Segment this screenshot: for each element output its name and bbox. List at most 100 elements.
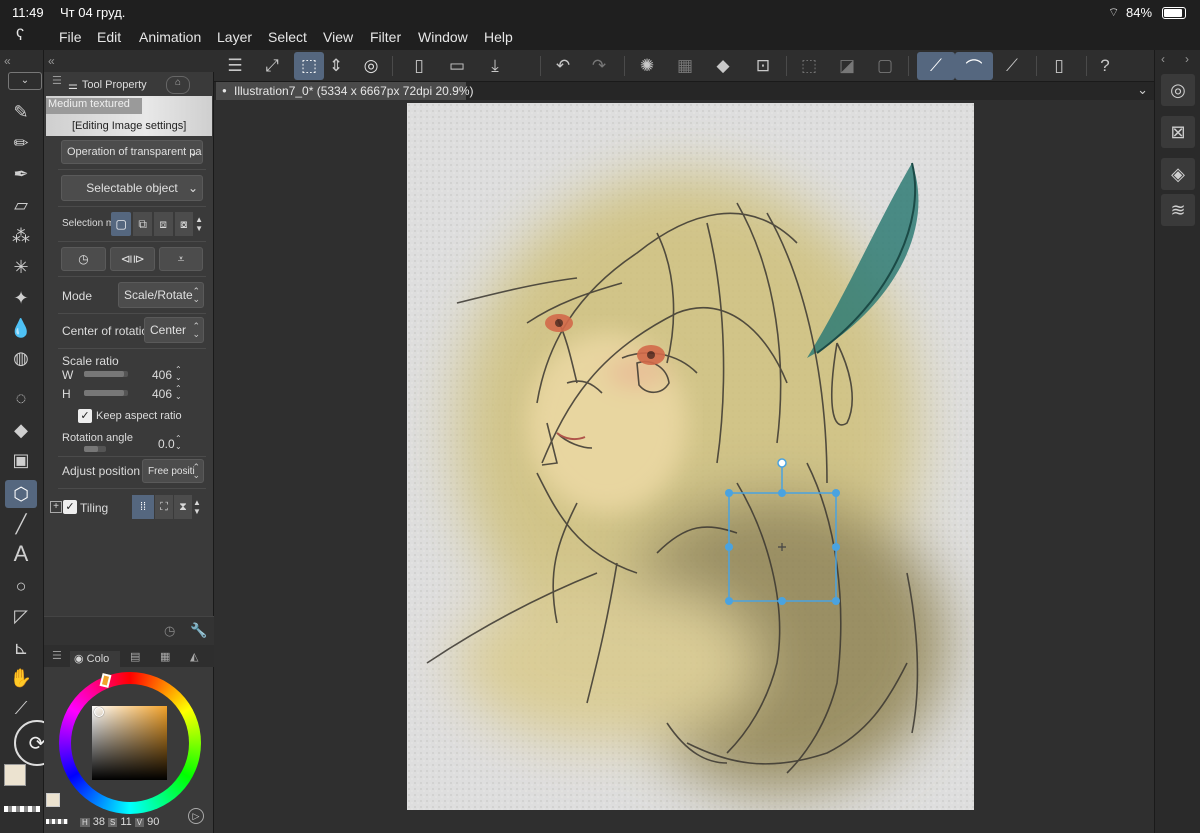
spiral-icon[interactable]: ◎: [356, 52, 386, 80]
center-rotation-dropdown[interactable]: Center ⌃ ⌄: [144, 317, 204, 343]
redo-icon[interactable]: ↷: [584, 52, 614, 80]
undo-icon[interactable]: ↶: [548, 52, 578, 80]
reset-icon[interactable]: ◷: [61, 247, 106, 271]
eyedropper-icon[interactable]: ⟋: [5, 694, 37, 722]
tiling-checkbox[interactable]: ✓: [63, 500, 77, 514]
balloon-icon[interactable]: ○: [5, 572, 37, 600]
new-selection-icon[interactable]: ▢: [111, 212, 132, 236]
menu-view[interactable]: View: [323, 29, 353, 45]
menu-icon[interactable]: ☰: [220, 52, 250, 80]
text-icon[interactable]: A: [5, 540, 37, 568]
add-selection-icon[interactable]: ⧉: [133, 212, 152, 236]
flip-vertical-icon[interactable]: ⩡: [159, 247, 203, 271]
crop-icon[interactable]: ⊡: [748, 52, 778, 80]
collapse-right-icon[interactable]: ‹: [1161, 52, 1165, 66]
tiling-spin[interactable]: ▲ ▼: [193, 495, 203, 519]
decoration-icon[interactable]: ⁂: [5, 222, 37, 250]
selectable-object-dropdown[interactable]: Selectable object ⌄: [61, 175, 203, 201]
intermediate-color-tab-icon[interactable]: ◭: [190, 650, 198, 663]
app-logo-icon[interactable]: ʕ: [16, 27, 24, 45]
adjust-position-dropdown[interactable]: Free positi ⌃ ⌄: [142, 459, 204, 483]
deselect-icon[interactable]: ⬚: [794, 52, 824, 80]
menu-layer[interactable]: Layer: [217, 29, 252, 45]
layer-property-icon[interactable]: ◈: [1161, 158, 1195, 190]
expand-tiling-icon[interactable]: +: [50, 501, 62, 513]
magic-wand-icon[interactable]: ✳: [5, 253, 37, 281]
save-icon[interactable]: ⤓: [480, 52, 510, 80]
hand-icon[interactable]: ✋: [5, 664, 37, 692]
invert-selection-icon[interactable]: ◪: [832, 52, 862, 80]
pen-icon[interactable]: ✎: [5, 98, 37, 126]
saturation-value-square[interactable]: [92, 706, 167, 780]
tile-repeat-icon[interactable]: ⁞⁞: [132, 495, 154, 519]
pencil-icon[interactable]: ✏: [5, 129, 37, 157]
color-set-tab-icon[interactable]: ▦: [160, 650, 170, 663]
mini-transparent-swatch[interactable]: [46, 819, 68, 824]
height-spin[interactable]: ⌃ ⌄: [175, 385, 182, 401]
navigator-icon[interactable]: ◎: [1161, 74, 1195, 106]
open-folder-icon[interactable]: ▭: [442, 52, 472, 80]
canvas-paper[interactable]: [407, 103, 974, 810]
selection-border-icon[interactable]: ▢: [870, 52, 900, 80]
rotation-spin[interactable]: ⌃ ⌄: [175, 435, 182, 451]
device-icon[interactable]: ▯: [1044, 52, 1074, 80]
panel-menu-icon[interactable]: ☰: [52, 649, 62, 662]
menu-window[interactable]: Window: [418, 29, 468, 45]
reset-settings-icon[interactable]: ◷: [164, 623, 175, 639]
chevron-down-icon[interactable]: ⌄: [1137, 82, 1148, 98]
menu-help[interactable]: Help: [484, 29, 513, 45]
menu-filter[interactable]: Filter: [370, 29, 401, 45]
curve-snap-icon[interactable]: ⌒: [955, 52, 993, 80]
height-slider[interactable]: [84, 390, 128, 396]
chevron-updown-icon[interactable]: ⇕: [327, 52, 345, 80]
tile-mirror-icon[interactable]: ⛶: [155, 495, 173, 519]
selection-mode-spin[interactable]: ▲ ▼: [195, 212, 203, 236]
loading-icon[interactable]: ✺: [632, 52, 662, 80]
lasso-icon[interactable]: ◌: [5, 384, 37, 412]
rotation-value[interactable]: 0.0: [158, 437, 175, 451]
fill-icon[interactable]: ◆: [708, 52, 738, 80]
main-color-swatch[interactable]: [4, 764, 26, 786]
document-tab[interactable]: ● Illustration7_0* (5334 x 6667px 72dpi …: [216, 82, 474, 100]
panel-menu-icon[interactable]: ☰: [52, 74, 62, 87]
clear-icon[interactable]: ▦: [670, 52, 700, 80]
ruler-icon[interactable]: ⊾: [5, 634, 37, 662]
transparent-part-dropdown[interactable]: Operation of transparent part ⌄: [61, 140, 203, 164]
expand-right-icon[interactable]: ›: [1185, 52, 1189, 66]
sparkle-icon[interactable]: ✦: [5, 284, 37, 312]
gradient-icon[interactable]: ▣: [5, 446, 37, 474]
line-icon[interactable]: ╱: [5, 510, 37, 538]
color-slider-tab-icon[interactable]: ▤: [130, 650, 140, 663]
sv-cursor[interactable]: [94, 707, 104, 717]
width-value[interactable]: 406: [152, 368, 172, 382]
collapse-icon[interactable]: «: [48, 54, 55, 68]
help-icon[interactable]: ?: [1090, 52, 1120, 80]
tab-color-wheel[interactable]: ◉ Colo: [70, 651, 120, 667]
menu-select[interactable]: Select: [268, 29, 307, 45]
globe-icon[interactable]: ◍: [5, 344, 37, 372]
object-tool-icon[interactable]: ⬡: [5, 480, 37, 508]
tab-tool-property[interactable]: ⚌ Tool Property: [68, 76, 160, 94]
flip-horizontal-icon[interactable]: ⧏⧐: [110, 247, 155, 271]
menu-edit[interactable]: Edit: [97, 29, 121, 45]
intersect-selection-icon[interactable]: ⧇: [174, 212, 194, 236]
close-panel-icon[interactable]: ⊠: [1161, 116, 1195, 148]
width-spin[interactable]: ⌃ ⌄: [175, 366, 182, 382]
eraser-icon[interactable]: ▱: [5, 191, 37, 219]
new-file-icon[interactable]: ▯: [404, 52, 434, 80]
transform-icon[interactable]: ⬚: [294, 52, 324, 80]
blend-icon[interactable]: 💧: [5, 314, 37, 342]
frame-icon[interactable]: ◸: [5, 602, 37, 630]
brush-icon[interactable]: ✒: [5, 160, 37, 188]
wrench-icon[interactable]: 🔧: [190, 622, 207, 639]
fill-bucket-icon[interactable]: ◆: [5, 416, 37, 444]
layers-icon[interactable]: ≋: [1161, 194, 1195, 226]
play-icon[interactable]: ▷: [188, 808, 204, 824]
ruler-snap-icon[interactable]: ⟋: [917, 52, 955, 80]
pen-line-icon[interactable]: ⟋: [997, 52, 1027, 80]
collapse-left-icon[interactable]: «: [4, 54, 11, 68]
mini-main-swatch[interactable]: [46, 793, 60, 807]
sub-tool-icon[interactable]: ⌂: [166, 76, 190, 94]
fit-view-icon[interactable]: ⤢: [257, 52, 287, 80]
subtract-selection-icon[interactable]: ⧈: [153, 212, 173, 236]
